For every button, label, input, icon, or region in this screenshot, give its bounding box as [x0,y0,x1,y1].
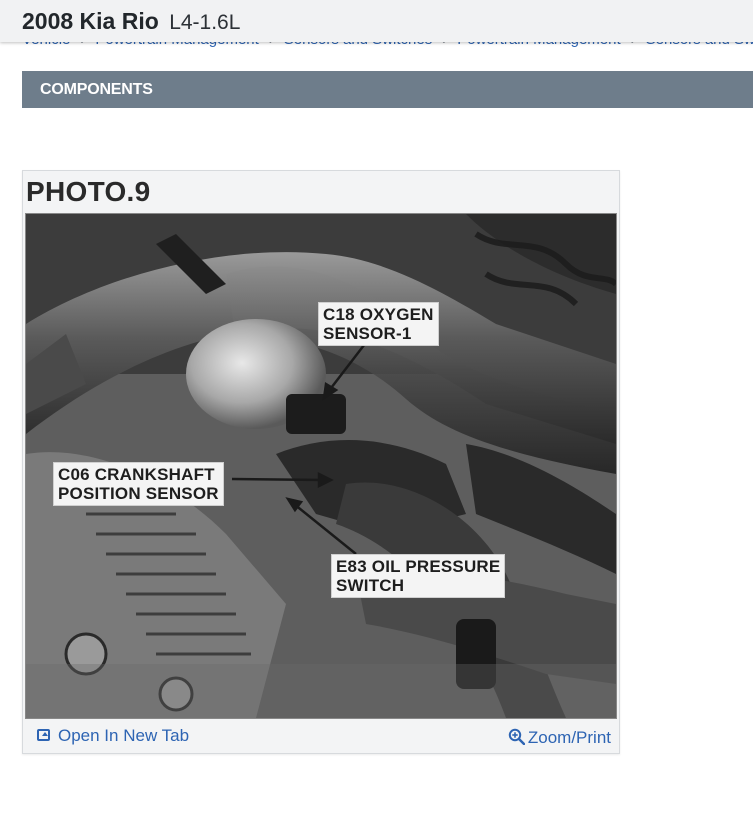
callout-crankshaft-line2: POSITION SENSOR [58,484,219,503]
vehicle-title: 2008 Kia Rio L4-1.6L [22,8,240,35]
callout-oxygen-line1: C18 OXYGEN [323,305,434,324]
component-figure: PHOTO.9 C18 OXYGEN SENSOR-1 C06 CRANKSHA… [22,170,620,754]
components-section-header: COMPONENTS [22,71,753,108]
callout-oil-line2: SWITCH [336,576,405,595]
zoom-print-label: Zoom/Print [527,728,611,747]
open-in-new-tab-link[interactable]: Open In New Tab [37,726,189,746]
vehicle-header: 2008 Kia Rio L4-1.6L [0,0,753,42]
section-title: COMPONENTS [40,81,153,98]
callout-oxygen-sensor: C18 OXYGEN SENSOR-1 [318,302,439,346]
callout-oil-pressure-switch: E83 OIL PRESSURE SWITCH [331,554,506,598]
callout-crankshaft-line1: C06 CRANKSHAFT [58,465,215,484]
open-in-new-tab-icon [37,729,50,741]
vehicle-make-model: 2008 Kia Rio [22,8,159,34]
zoom-print-link[interactable]: Zoom/Print [508,726,611,748]
zoom-magnifier-icon [508,728,525,745]
page: 2008 Kia Rio L4-1.6L Vehicle›Powertrain … [0,0,753,816]
open-in-new-tab-label: Open In New Tab [58,726,190,745]
callout-oxygen-line2: SENSOR-1 [323,324,412,343]
figure-actions: Open In New Tab Zoom/Print [23,719,619,753]
photo-caption: PHOTO.9 [26,176,151,207]
vehicle-engine: L4-1.6L [169,11,241,34]
engine-photo[interactable]: C18 OXYGEN SENSOR-1 C06 CRANKSHAFT POSIT… [25,213,617,719]
callout-oil-line1: E83 OIL PRESSURE [336,557,501,576]
callout-crankshaft-sensor: C06 CRANKSHAFT POSITION SENSOR [53,462,224,506]
